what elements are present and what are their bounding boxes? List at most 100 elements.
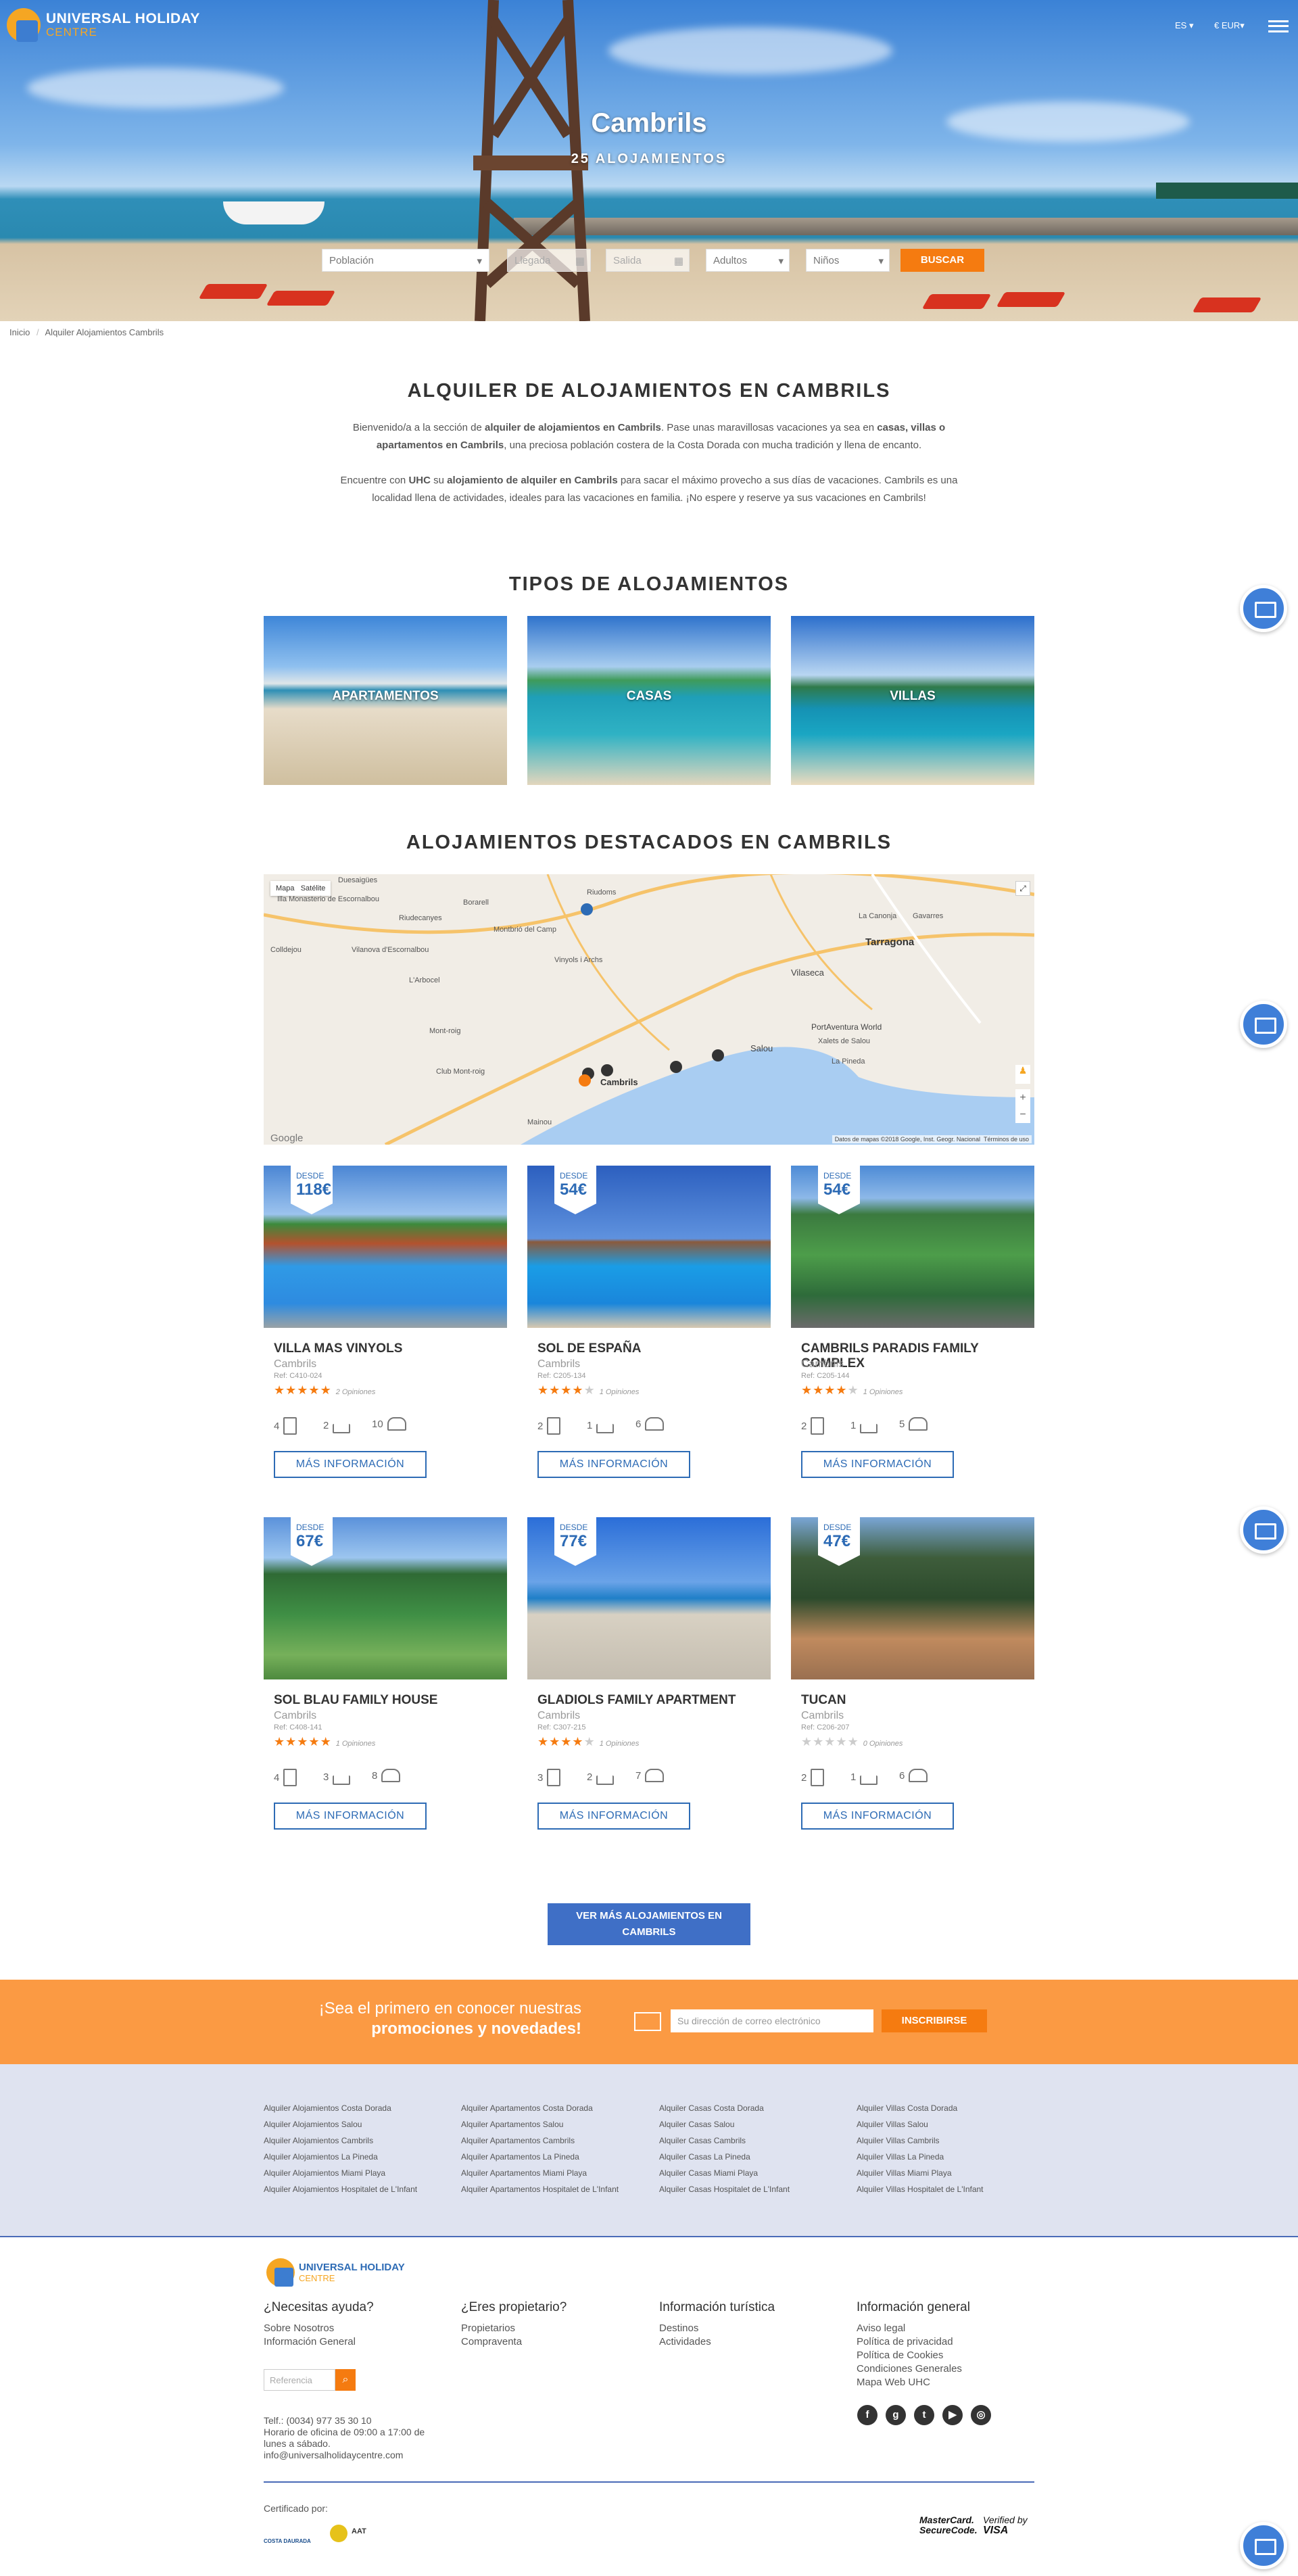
llegada-date-input[interactable]: Llegada ▦	[507, 249, 591, 272]
facebook-icon[interactable]: f	[857, 2405, 878, 2425]
tipo-villas-card[interactable]: VILLAS	[791, 616, 1034, 785]
listing-name[interactable]: TUCAN	[801, 1693, 846, 1708]
map-type-mapa[interactable]: Mapa	[276, 884, 295, 892]
mail-icon[interactable]	[1240, 1506, 1287, 1554]
more-info-button[interactable]: MÁS INFORMACIÓN	[274, 1451, 427, 1478]
seo-link[interactable]: Alquiler Villas La Pineda	[857, 2149, 984, 2165]
map-marker-icon[interactable]	[712, 1049, 724, 1062]
map-marker-icon[interactable]	[579, 1074, 591, 1087]
seo-link[interactable]: Alquiler Casas Costa Dorada	[659, 2100, 790, 2116]
mail-icon[interactable]	[1240, 2522, 1287, 2569]
instagram-icon[interactable]: ◎	[971, 2405, 991, 2425]
footer-link[interactable]: Mapa Web UHC	[857, 2376, 970, 2389]
menu-icon[interactable]	[1268, 20, 1289, 32]
fullscreen-icon[interactable]: ⤢	[1015, 881, 1030, 896]
seo-link[interactable]: Alquiler Apartamentos Cambrils	[461, 2132, 619, 2149]
listing-name[interactable]: GLADIOLS FAMILY APARTMENT	[537, 1693, 736, 1708]
seo-link[interactable]: Alquiler Villas Costa Dorada	[857, 2100, 984, 2116]
seo-link[interactable]: Alquiler Villas Cambrils	[857, 2132, 984, 2149]
more-info-button[interactable]: MÁS INFORMACIÓN	[537, 1451, 690, 1478]
footer-link[interactable]: Política de Cookies	[857, 2349, 970, 2362]
listing-card[interactable]: DESDE 54€ CAMBRILS PARADIS FAMILY COMPLEX C…	[791, 1166, 1034, 1483]
location-map[interactable]: Illa Monasterio de Escornalbou Duesaigüe…	[264, 874, 1034, 1145]
footer-link[interactable]: Política de privacidad	[857, 2335, 970, 2349]
seo-link[interactable]: Alquiler Apartamentos Miami Playa	[461, 2165, 619, 2181]
listing-name[interactable]: SOL DE ESPAÑA	[537, 1341, 641, 1356]
listing-card[interactable]: DESDE 47€ TUCAN Cambrils Ref: C206-207 ★★★★★ 0…	[791, 1517, 1034, 1835]
zoom-out-icon[interactable]: −	[1019, 1109, 1026, 1120]
currency-selector[interactable]: € EUR▾	[1214, 20, 1245, 31]
seo-link[interactable]: Alquiler Casas Hospitalet de L'Infant	[659, 2181, 790, 2197]
seo-link[interactable]: Alquiler Villas Miami Playa	[857, 2165, 984, 2181]
map-canvas[interactable]: Illa Monasterio de Escornalbou Duesaigüe…	[264, 874, 1034, 1145]
seo-link[interactable]: Alquiler Alojamientos Cambrils	[264, 2132, 417, 2149]
aat-text: AAT	[352, 2527, 366, 2535]
map-type-satelite[interactable]: Satélite	[301, 884, 326, 892]
street-view-icon[interactable]: ♟	[1015, 1065, 1030, 1084]
seo-links-band	[0, 2064, 1298, 2236]
mail-icon[interactable]	[1240, 1001, 1287, 1048]
map-marker-icon[interactable]	[581, 903, 593, 915]
map-marker-icon[interactable]	[670, 1061, 682, 1073]
seo-link[interactable]: Alquiler Apartamentos Salou	[461, 2116, 619, 2132]
youtube-icon[interactable]: ▶	[942, 2405, 963, 2425]
footer-logo[interactable]: UNIVERSAL HOLIDAY CENTRE	[266, 2258, 405, 2287]
seo-link[interactable]: Alquiler Villas Salou	[857, 2116, 984, 2132]
language-selector[interactable]: ES ▾	[1175, 20, 1194, 31]
mail-icon[interactable]	[1240, 585, 1287, 632]
site-logo[interactable]: UNIVERSAL HOLIDAY CENTRE	[7, 8, 200, 42]
listing-card[interactable]: DESDE 118€ VILLA MAS VINYOLS Cambrils Ref: C…	[264, 1166, 507, 1483]
contact-email[interactable]: info@universalholidaycentre.com	[264, 2450, 425, 2461]
footer-link[interactable]: Aviso legal	[857, 2322, 970, 2335]
seo-link[interactable]: Alquiler Alojamientos Hospitalet de L'In…	[264, 2181, 417, 2197]
map-terms-link[interactable]: Términos de uso	[984, 1136, 1029, 1143]
seo-link[interactable]: Alquiler Casas Salou	[659, 2116, 790, 2132]
footer-link[interactable]: Propietarios	[461, 2322, 567, 2335]
reference-input[interactable]: Referencia	[264, 2369, 335, 2391]
tipo-apartamentos-card[interactable]: APARTAMENTOS	[264, 616, 507, 785]
more-info-button[interactable]: MÁS INFORMACIÓN	[537, 1803, 690, 1830]
map-marker-icon[interactable]	[601, 1064, 613, 1076]
seo-link[interactable]: Alquiler Alojamientos Salou	[264, 2116, 417, 2132]
footer-link[interactable]: Actividades	[659, 2335, 775, 2349]
ver-mas-alojamientos-button[interactable]: VER MÁS ALOJAMIENTOS EN CAMBRILS	[548, 1903, 750, 1945]
more-info-button[interactable]: MÁS INFORMACIÓN	[801, 1451, 954, 1478]
zoom-control[interactable]: + −	[1015, 1089, 1030, 1123]
salida-date-input[interactable]: Salida ▦	[606, 249, 690, 272]
subscribe-button[interactable]: INSCRIBIRSE	[882, 2009, 987, 2032]
seo-link[interactable]: Alquiler Alojamientos Miami Playa	[264, 2165, 417, 2181]
listing-name[interactable]: VILLA MAS VINYOLS	[274, 1341, 402, 1356]
seo-link[interactable]: Alquiler Apartamentos Costa Dorada	[461, 2100, 619, 2116]
listing-city: Cambrils	[274, 1710, 317, 1721]
footer-link[interactable]: Sobre Nosotros	[264, 2322, 374, 2335]
seo-link[interactable]: Alquiler Casas La Pineda	[659, 2149, 790, 2165]
listing-card[interactable]: DESDE 77€ GLADIOLS FAMILY APARTMENT Cambril…	[527, 1517, 771, 1835]
seo-link[interactable]: Alquiler Villas Hospitalet de L'Infant	[857, 2181, 984, 2197]
seo-link[interactable]: Alquiler Casas Cambrils	[659, 2132, 790, 2149]
adultos-select[interactable]: Adultos ▾	[706, 249, 790, 272]
google-plus-icon[interactable]: g	[886, 2405, 906, 2425]
search-button[interactable]: BUSCAR	[900, 249, 984, 272]
footer-link[interactable]: Información General	[264, 2335, 374, 2349]
footer-link[interactable]: Condiciones Generales	[857, 2362, 970, 2376]
more-info-button[interactable]: MÁS INFORMACIÓN	[274, 1803, 427, 1830]
seo-link[interactable]: Alquiler Alojamientos Costa Dorada	[264, 2100, 417, 2116]
tipo-casas-card[interactable]: CASAS	[527, 616, 771, 785]
ninos-select[interactable]: Niños ▾	[806, 249, 890, 272]
seo-link[interactable]: Alquiler Casas Miami Playa	[659, 2165, 790, 2181]
more-info-button[interactable]: MÁS INFORMACIÓN	[801, 1803, 954, 1830]
newsletter-email-input[interactable]: Su dirección de correo electrónico	[671, 2009, 873, 2032]
listing-card[interactable]: DESDE 54€ SOL DE ESPAÑA Cambrils Ref: C205-1…	[527, 1166, 771, 1483]
footer-link[interactable]: Compraventa	[461, 2335, 567, 2349]
zoom-in-icon[interactable]: +	[1019, 1092, 1026, 1103]
footer-link[interactable]: Destinos	[659, 2322, 775, 2335]
twitter-icon[interactable]: t	[914, 2405, 934, 2425]
listing-name[interactable]: SOL BLAU FAMILY HOUSE	[274, 1693, 437, 1708]
listing-card[interactable]: DESDE 67€ SOL BLAU FAMILY HOUSE Cambrils Ref…	[264, 1517, 507, 1835]
poblacion-select[interactable]: Población ▾	[322, 249, 489, 272]
seo-link[interactable]: Alquiler Apartamentos Hospitalet de L'In…	[461, 2181, 619, 2197]
seo-link[interactable]: Alquiler Apartamentos La Pineda	[461, 2149, 619, 2165]
search-icon[interactable]: ⌕	[335, 2369, 356, 2391]
seo-link[interactable]: Alquiler Alojamientos La Pineda	[264, 2149, 417, 2165]
breadcrumb-home[interactable]: Inicio	[9, 327, 30, 337]
